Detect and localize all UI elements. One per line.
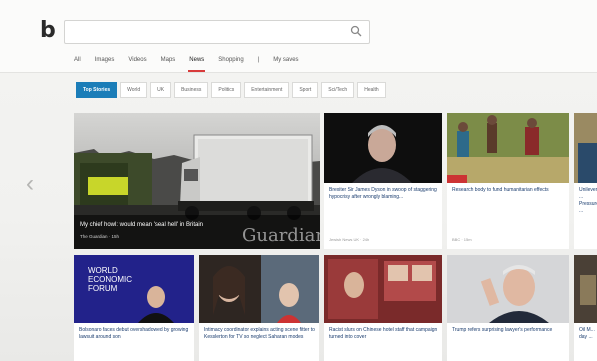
category-tabs: Top Stories World UK Business Politics E… [76,82,386,98]
bing-news-page: b All Images Videos Maps News Shopping |… [0,0,597,361]
tab-politics[interactable]: Politics [211,82,242,98]
tab-scitech[interactable]: Sci/Tech [321,82,355,98]
card-headline[interactable]: Unilever ... Pressure ... [579,187,597,215]
svg-text:FORUM: FORUM [88,284,118,293]
nav-my-saves[interactable]: My saves [273,55,298,69]
card-image-giuliani [447,255,569,323]
card-headline[interactable]: Oil M... day ... [579,327,597,341]
search-icon[interactable] [350,25,362,37]
news-card[interactable]: Intimacy coordinator explains acting sce… [199,255,319,361]
card-image-dyson [324,113,442,183]
hero-card[interactable]: Guardian My chief howl: would mean 'seal… [74,113,320,249]
nav-news[interactable]: News [188,55,206,72]
hero-source: The Guardian · 15h [80,234,120,239]
tab-world[interactable]: World [120,82,148,98]
news-card[interactable]: Research body to fund humanitarian effec… [447,113,569,249]
hero-headline[interactable]: My chief howl: would mean 'seal hell' in… [80,221,318,229]
news-card[interactable]: Unilever ... Pressure ... [574,113,597,249]
header-divider [0,72,597,73]
tab-business[interactable]: Business [174,82,209,98]
header: b All Images Videos Maps News Shopping |… [0,0,597,72]
news-card[interactable]: WORLD ECONOMIC FORUM Bolsonaro faces deb… [74,255,194,361]
card-image-partial [574,113,597,183]
vertical-nav: All Images Videos Maps News Shopping | M… [74,55,299,72]
card-headline[interactable]: Brexiter Sir James Dyson in swoop of sta… [329,187,438,201]
card-image-partial [574,255,597,323]
carousel-prev-arrow[interactable]: ‹ [26,172,34,196]
news-card[interactable]: Racist slurs on Chinese hotel staff that… [324,255,442,361]
card-headline[interactable]: Research body to fund humanitarian effec… [452,187,565,194]
tab-entertainment[interactable]: Entertainment [244,82,290,98]
card-image-actress [199,255,319,323]
card-source: Jewish News UK · 24h [329,237,370,242]
card-headline[interactable]: Trump refers surprising lawyer's perform… [452,327,565,334]
card-headline[interactable]: Bolsonaro faces debut overshadowed by gr… [79,327,190,341]
card-headline[interactable]: Intimacy coordinator explains acting sce… [204,327,315,341]
card-source: BBC · 15m [452,237,472,242]
news-card[interactable]: Oil M... day ... [574,255,597,361]
nav-shopping[interactable]: Shopping [218,55,243,69]
nav-maps[interactable]: Maps [161,55,176,69]
news-card[interactable]: Trump refers surprising lawyer's perform… [447,255,569,361]
nav-images[interactable]: Images [95,55,115,69]
tab-health[interactable]: Health [357,82,386,98]
news-card[interactable]: Brexiter Sir James Dyson in swoop of sta… [324,113,442,249]
tab-top-stories[interactable]: Top Stories [76,82,118,98]
nav-videos[interactable]: Videos [128,55,146,69]
card-image-hotel [324,255,442,323]
tab-uk[interactable]: UK [150,82,172,98]
tab-sport[interactable]: Sport [292,82,319,98]
search-box[interactable] [64,20,370,44]
nav-divider: | [257,57,260,63]
bing-logo[interactable]: b [40,20,56,42]
nav-all[interactable]: All [74,55,81,69]
card-headline[interactable]: Racist slurs on Chinese hotel staff that… [329,327,438,341]
card-image-davos: WORLD ECONOMIC FORUM [74,255,194,323]
card-image-field [447,113,569,183]
svg-text:ECONOMIC: ECONOMIC [88,275,132,284]
svg-text:WORLD: WORLD [88,266,118,275]
